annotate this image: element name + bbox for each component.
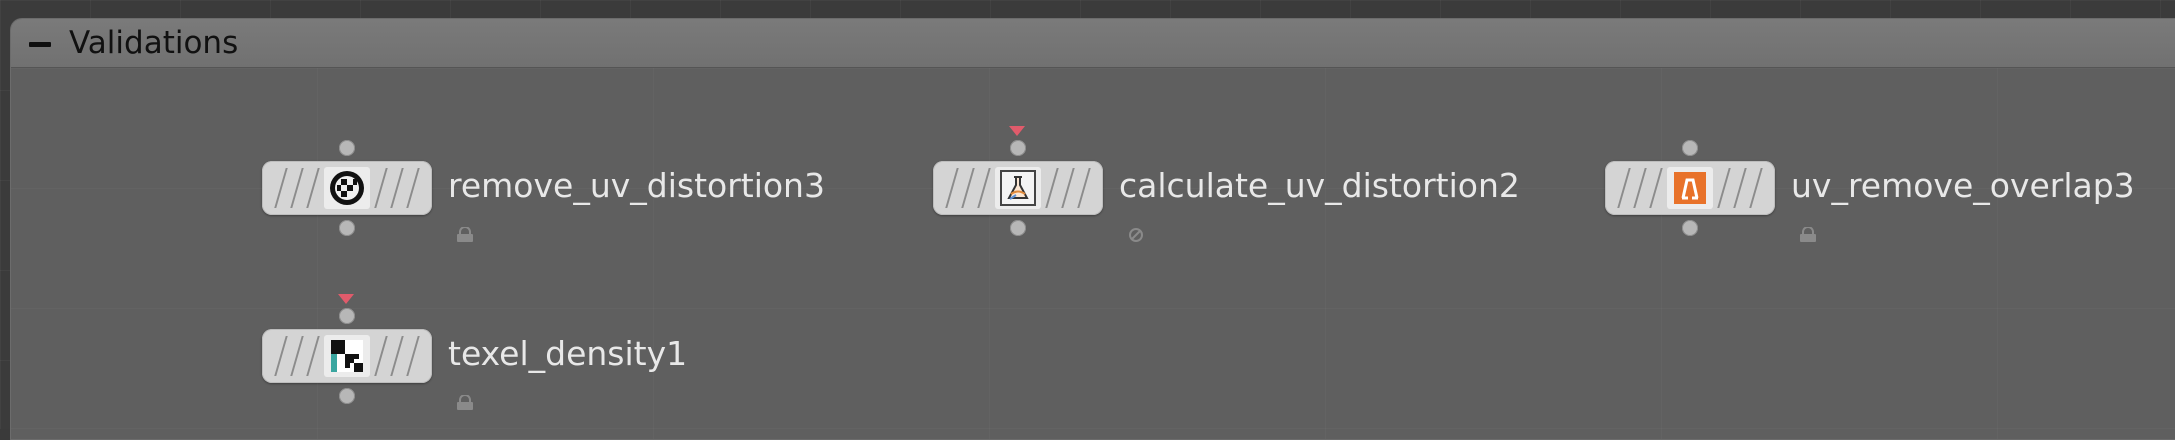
node-texel-density[interactable]: texel_density1 bbox=[262, 294, 687, 410]
node-name[interactable]: calculate_uv_distortion2 bbox=[1119, 167, 1520, 205]
output-port[interactable] bbox=[1010, 220, 1026, 236]
input-port[interactable] bbox=[1682, 140, 1698, 156]
output-port[interactable] bbox=[339, 388, 355, 404]
node-body[interactable] bbox=[262, 161, 432, 215]
output-port[interactable] bbox=[339, 220, 355, 236]
node-body[interactable] bbox=[933, 161, 1103, 215]
lock-icon bbox=[457, 227, 473, 242]
output-port[interactable] bbox=[1682, 220, 1698, 236]
input-port[interactable] bbox=[339, 140, 355, 156]
display-flag-icon[interactable] bbox=[1009, 126, 1025, 136]
texel-checker-icon bbox=[324, 335, 370, 377]
uv-distortion-flask-icon bbox=[995, 167, 1041, 209]
bypass-icon bbox=[1129, 228, 1143, 242]
display-flag-icon[interactable] bbox=[338, 294, 354, 304]
node-calculate-uv-distortion[interactable]: calculate_uv_distortion2 bbox=[933, 126, 1520, 242]
node-remove-uv-distortion[interactable]: remove_uv_distortion3 bbox=[262, 140, 825, 242]
input-port[interactable] bbox=[1010, 140, 1026, 156]
lock-icon bbox=[457, 395, 473, 410]
lock-icon bbox=[1800, 227, 1816, 242]
node-uv-remove-overlap[interactable]: uv_remove_overlap3 bbox=[1605, 140, 2135, 242]
node-name[interactable]: texel_density1 bbox=[448, 335, 687, 373]
uv-checker-ball-icon bbox=[324, 167, 370, 209]
node-name[interactable]: uv_remove_overlap3 bbox=[1791, 167, 2135, 205]
node-body[interactable] bbox=[1605, 161, 1775, 215]
node-name[interactable]: remove_uv_distortion3 bbox=[448, 167, 825, 205]
network-box-header[interactable]: Validations bbox=[11, 19, 2175, 68]
node-body[interactable] bbox=[262, 329, 432, 383]
input-port[interactable] bbox=[339, 308, 355, 324]
minus-icon[interactable] bbox=[25, 29, 55, 59]
network-box-title: Validations bbox=[69, 25, 239, 61]
uv-overlap-orange-icon bbox=[1667, 167, 1713, 209]
network-grid bbox=[11, 68, 2175, 439]
